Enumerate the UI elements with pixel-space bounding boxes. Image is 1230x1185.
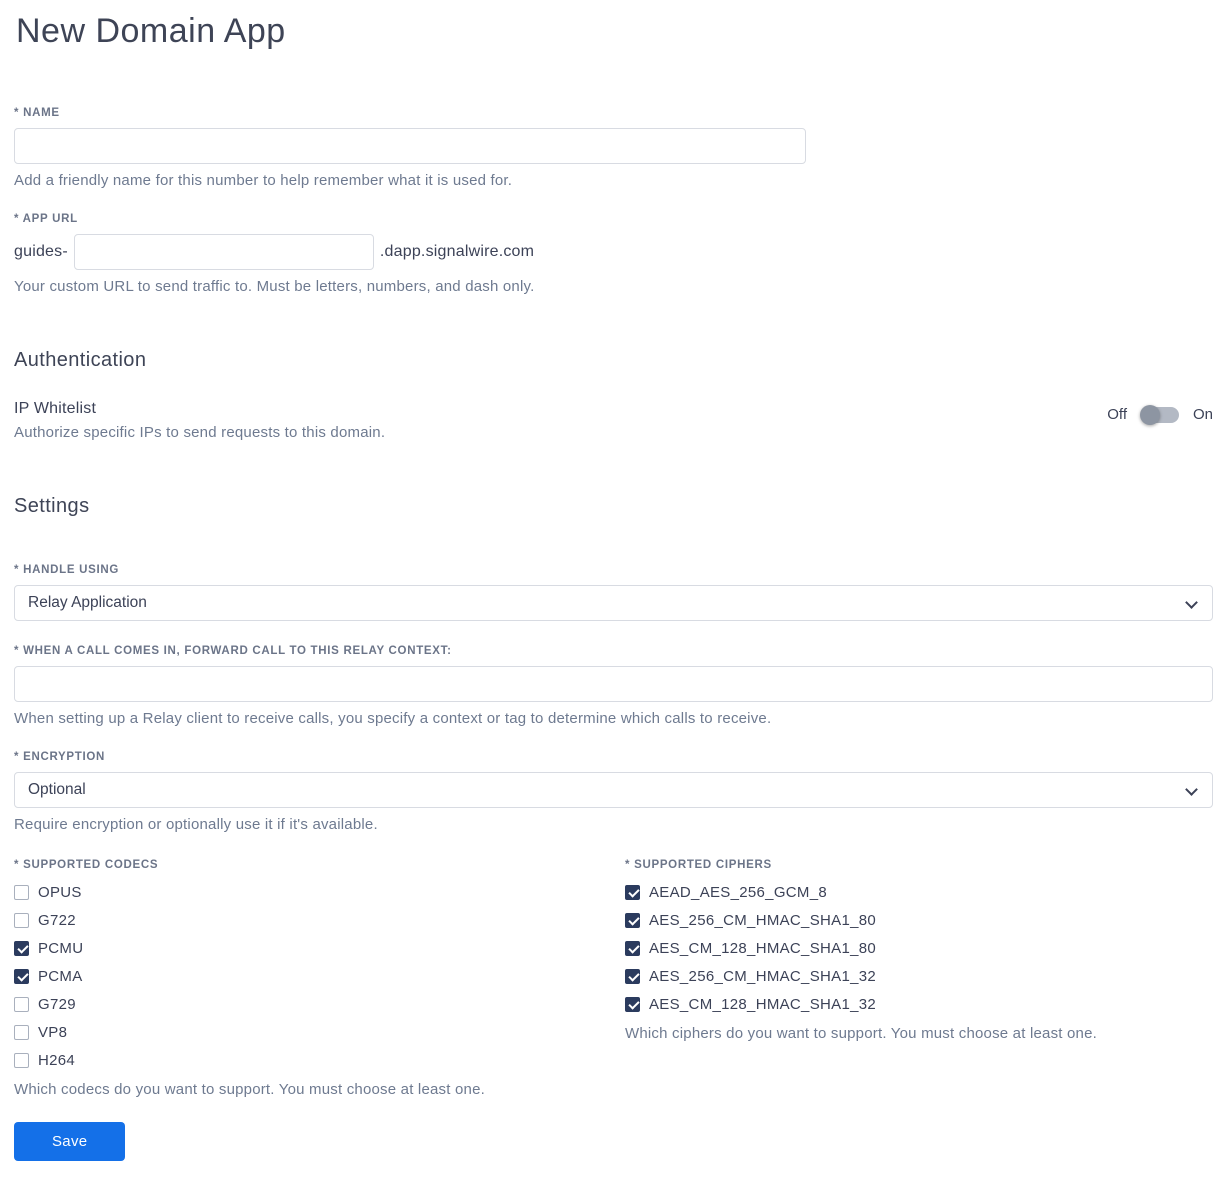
supported-ciphers-group: * SUPPORTED CIPHERS AEAD_AES_256_GCM_8 A… <box>625 859 1213 1098</box>
ip-whitelist-toggle-group: Off On <box>1107 404 1213 425</box>
relay-context-helper: When setting up a Relay client to receiv… <box>14 710 772 727</box>
encryption-select[interactable]: Optional <box>14 772 1213 808</box>
checkbox[interactable] <box>14 969 29 984</box>
toggle-off-label: Off <box>1107 406 1127 423</box>
checkbox-label: AES_CM_128_HMAC_SHA1_32 <box>649 996 877 1013</box>
checkbox-label: OPUS <box>38 884 82 901</box>
relay-context-group: * WHEN A CALL COMES IN, FORWARD CALL TO … <box>14 645 1213 727</box>
app-url-input[interactable] <box>73 234 374 270</box>
app-url-helper: Your custom URL to send traffic to. Must… <box>14 278 535 295</box>
handle-using-select[interactable]: Relay Application <box>14 585 1213 621</box>
checkbox[interactable] <box>625 913 640 928</box>
ip-whitelist-helper: Authorize specific IPs to send requests … <box>14 424 386 441</box>
handle-using-label: * HANDLE USING <box>14 564 120 576</box>
settings-heading: Settings <box>14 495 90 517</box>
app-url-row: guides- .dapp.signalwire.com <box>14 234 1213 270</box>
checkbox-label: AEAD_AES_256_GCM_8 <box>649 884 827 901</box>
supported-ciphers-label: * SUPPORTED CIPHERS <box>625 859 772 871</box>
checkbox-label: AES_CM_128_HMAC_SHA1_80 <box>649 940 877 957</box>
checkbox[interactable] <box>14 1025 29 1040</box>
cipher-option[interactable]: AES_256_CM_HMAC_SHA1_80 <box>625 912 1213 929</box>
checkbox[interactable] <box>625 885 640 900</box>
cipher-option[interactable]: AES_CM_128_HMAC_SHA1_80 <box>625 940 1213 957</box>
codec-option[interactable]: VP8 <box>14 1024 625 1041</box>
checkbox[interactable] <box>14 913 29 928</box>
codecs-helper: Which codecs do you want to support. You… <box>14 1081 485 1098</box>
codec-option[interactable]: OPUS <box>14 884 625 901</box>
chevron-down-icon <box>1185 783 1198 796</box>
cipher-option[interactable]: AES_256_CM_HMAC_SHA1_32 <box>625 968 1213 985</box>
codec-option[interactable]: G722 <box>14 912 625 929</box>
checkbox[interactable] <box>625 941 640 956</box>
checkbox-label: G722 <box>38 912 76 929</box>
checkbox-label: H264 <box>38 1052 76 1069</box>
new-domain-app-page: New Domain App * NAME Add a friendly nam… <box>0 0 1230 1185</box>
settings-section: Settings * HANDLE USING Relay Applicatio… <box>14 495 1213 1161</box>
codec-option[interactable]: PCMA <box>14 968 625 985</box>
name-input[interactable] <box>14 128 806 164</box>
ip-whitelist-label: IP Whitelist <box>14 400 97 417</box>
app-url-field-group: * APP URL guides- .dapp.signalwire.com Y… <box>14 213 1213 295</box>
encryption-helper: Require encryption or optionally use it … <box>14 816 378 833</box>
codec-option[interactable]: H264 <box>14 1052 625 1069</box>
checkbox-label: AES_256_CM_HMAC_SHA1_80 <box>649 912 877 929</box>
relay-context-label: * WHEN A CALL COMES IN, FORWARD CALL TO … <box>14 645 452 657</box>
checkbox[interactable] <box>625 969 640 984</box>
cipher-option[interactable]: AES_CM_128_HMAC_SHA1_32 <box>625 996 1213 1013</box>
checkbox-label: AES_256_CM_HMAC_SHA1_32 <box>649 968 877 985</box>
app-url-suffix: .dapp.signalwire.com <box>379 243 535 260</box>
app-url-prefix: guides- <box>14 243 68 260</box>
checkbox-label: G729 <box>38 996 76 1013</box>
ip-whitelist-toggle[interactable] <box>1139 404 1179 425</box>
checkbox[interactable] <box>14 1053 29 1068</box>
checkbox-label: PCMA <box>38 968 83 985</box>
checkbox[interactable] <box>14 941 29 956</box>
encryption-value: Optional <box>28 781 86 798</box>
encryption-group: * ENCRYPTION Optional Require encryption… <box>14 751 1213 833</box>
toggle-knob-icon <box>1139 404 1160 425</box>
codec-list: OPUS G722 PCMU PCMA G729 VP8 H264 <box>14 884 625 1069</box>
cipher-option[interactable]: AEAD_AES_256_GCM_8 <box>625 884 1213 901</box>
ip-whitelist-text: IP Whitelist Authorize specific IPs to s… <box>14 400 385 441</box>
handle-using-group: * HANDLE USING Relay Application <box>14 564 1213 621</box>
ip-whitelist-row: IP Whitelist Authorize specific IPs to s… <box>14 400 1213 441</box>
supported-codecs-group: * SUPPORTED CODECS OPUS G722 PCMU PCMA G… <box>14 859 625 1098</box>
page-title: New Domain App <box>16 12 286 50</box>
codec-option[interactable]: PCMU <box>14 940 625 957</box>
authentication-section: Authentication IP Whitelist Authorize sp… <box>14 349 1213 441</box>
encryption-label: * ENCRYPTION <box>14 751 106 763</box>
checkbox-label: VP8 <box>38 1024 68 1041</box>
relay-context-input[interactable] <box>14 666 1213 702</box>
save-button[interactable]: Save <box>14 1122 126 1161</box>
name-field-group: * NAME Add a friendly name for this numb… <box>14 107 1213 189</box>
chevron-down-icon <box>1185 596 1198 609</box>
ciphers-helper: Which ciphers do you want to support. Yo… <box>625 1025 1098 1042</box>
supported-codecs-label: * SUPPORTED CODECS <box>14 859 159 871</box>
handle-using-value: Relay Application <box>28 594 147 611</box>
authentication-heading: Authentication <box>14 349 147 371</box>
name-label: * NAME <box>14 107 60 119</box>
checkbox[interactable] <box>14 885 29 900</box>
checkbox-label: PCMU <box>38 940 84 957</box>
app-url-label: * APP URL <box>14 213 78 225</box>
codec-cipher-columns: * SUPPORTED CODECS OPUS G722 PCMU PCMA G… <box>14 859 1213 1098</box>
toggle-on-label: On <box>1192 406 1213 423</box>
codec-option[interactable]: G729 <box>14 996 625 1013</box>
checkbox[interactable] <box>14 997 29 1012</box>
cipher-list: AEAD_AES_256_GCM_8 AES_256_CM_HMAC_SHA1_… <box>625 884 1213 1013</box>
name-helper: Add a friendly name for this number to h… <box>14 172 513 189</box>
checkbox[interactable] <box>625 997 640 1012</box>
